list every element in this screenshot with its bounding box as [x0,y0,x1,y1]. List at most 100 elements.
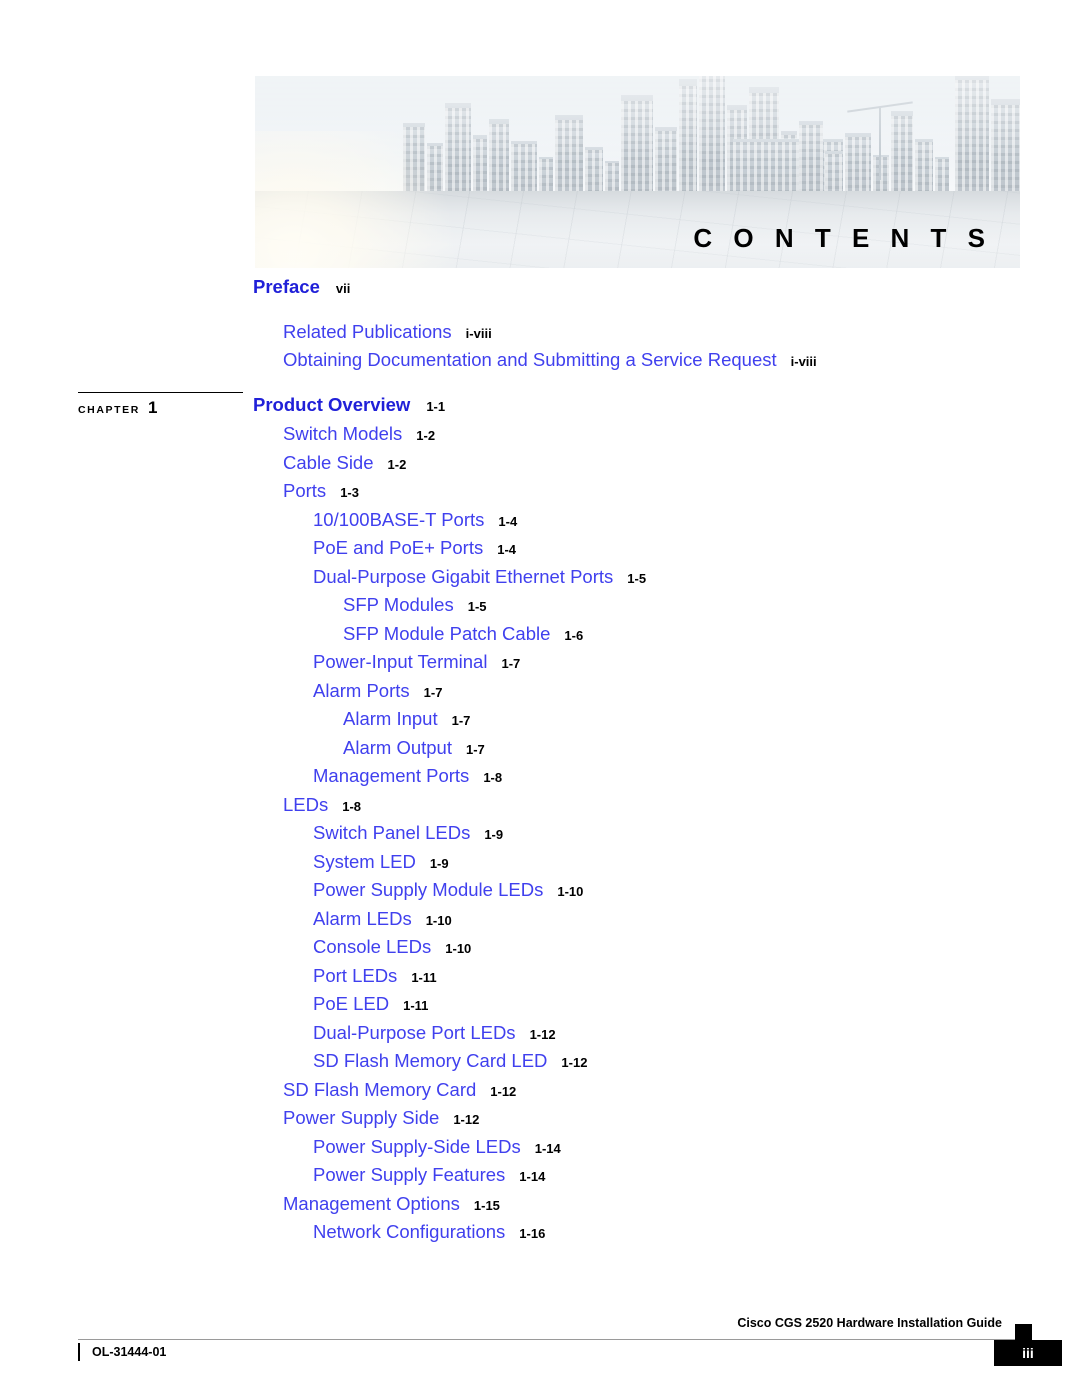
toc-entry[interactable]: 10/100BASE-T Ports 1-4 [0,508,1080,530]
toc-entry-page: 1-4 [497,542,517,557]
toc-entry[interactable]: Obtaining Documentation and Submitting a… [0,349,1080,370]
toc-entry-label: PoE and PoE+ Ports [313,537,484,558]
toc-entry-label: Product Overview [253,393,411,415]
toc-entry-label: LEDs [283,793,329,815]
toc-entry[interactable]: SFP Modules 1-5 [0,594,1080,615]
toc-entry[interactable]: Port LEDs 1-11 [0,966,1080,986]
toc-entry-label: Alarm Output [343,736,452,758]
toc-entry[interactable]: SD Flash Memory Card LED 1-12 [0,1050,1080,1071]
footer-guide-title: Cisco CGS 2520 Hardware Installation Gui… [737,1316,1002,1330]
toc-entry[interactable]: Preface vii [0,277,1080,297]
building [955,76,989,192]
toc-entry[interactable]: PoE and PoE+ Ports 1-4 [0,537,1080,558]
building [605,161,619,192]
toc-entry[interactable]: Power Supply Module LEDs 1-10 [0,880,1080,900]
building [655,127,677,192]
toc-entry-label: Cable Side [283,451,374,473]
toc-entry-page: 1-4 [498,513,518,529]
building [473,135,487,192]
toc-entry-page: 1-9 [429,855,449,871]
toc-entry-page: 1-15 [473,1197,500,1213]
toc-entry-label: Related Publications [283,320,452,342]
toc-entry[interactable]: Dual-Purpose Port LEDs 1-12 [0,1021,1080,1043]
toc-entry-label: Alarm Ports [313,679,410,701]
page-number-badge: iii [994,1340,1062,1366]
toc-entry[interactable]: LEDs 1-8 [0,793,1080,815]
toc-entry[interactable]: Power Supply-Side LEDs 1-14 [0,1135,1080,1157]
building [585,147,603,192]
toc-entry[interactable]: Management Options 1-15 [0,1192,1080,1214]
toc-entry[interactable]: Alarm Ports 1-7 [0,679,1080,701]
toc-entry[interactable]: Switch Panel LEDs 1-9 [0,822,1080,843]
footer-divider [78,1339,1020,1340]
toc-entry[interactable]: Switch Models 1-2 [0,423,1080,444]
building [991,99,1020,192]
building [845,133,871,192]
toc-entry[interactable]: Management Ports 1-8 [0,765,1080,786]
toc-entry-page: 1-12 [490,1083,517,1099]
table-of-contents: Preface vii Related Publications i-viii Obta… [0,277,1080,1252]
toc-entry-label: Management Options [283,1192,460,1214]
toc-entry[interactable]: Power Supply Side 1-12 [0,1107,1080,1128]
toc-entry[interactable]: PoE LED 1-11 [0,994,1080,1014]
toc-entry-page: 1-3 [340,485,359,500]
building [935,157,949,192]
toc-entry-label: SD Flash Memory Card LED [313,1050,548,1071]
contents-banner-image: C O N T E N T S [255,76,1020,268]
toc-entry-label: SFP Module Patch Cable [343,622,551,644]
toc-entry[interactable]: Network Configurations 1-16 [0,1222,1080,1242]
toc-entry-label: Power Supply Features [313,1164,506,1185]
toc-entry-label: Obtaining Documentation and Submitting a… [283,349,777,370]
building [915,139,933,192]
toc-entry-label: Dual-Purpose Port LEDs [313,1021,516,1043]
toc-entry-page: 1-12 [453,1112,480,1127]
toc-entry[interactable]: Power-Input Terminal 1-7 [0,651,1080,672]
toc-entry-page: 1-2 [387,456,407,472]
toc-entry-page: i-viii [790,354,817,369]
toc-entry[interactable]: Alarm LEDs 1-10 [0,909,1080,929]
toc-entry-label: Management Ports [313,765,470,786]
toc-entry-label: SD Flash Memory Card [283,1078,477,1100]
toc-entry-page: vii [335,281,351,296]
toc-entry-label: Power Supply-Side LEDs [313,1135,521,1157]
toc-entry-page: 1-10 [425,912,452,928]
toc-entry[interactable]: Related Publications i-viii [0,320,1080,342]
toc-entry[interactable]: Alarm Output 1-7 [0,736,1080,758]
toc-entry[interactable]: Product Overview 1-1 [0,393,1080,415]
building [555,115,583,192]
toc-entry-page: 1-5 [627,570,647,586]
toc-entry[interactable]: SD Flash Memory Card 1-12 [0,1078,1080,1100]
building [539,157,553,192]
toc-entry-page: 1-14 [519,1169,546,1184]
document-id: OL-31444-01 [92,1345,167,1359]
toc-entry-page: 1-14 [534,1140,561,1156]
toc-entry-page: 1-7 [501,656,521,671]
footer-marker-square [1015,1324,1032,1341]
toc-entry[interactable]: System LED 1-9 [0,852,1080,872]
page-title: C O N T E N T S [693,223,992,253]
toc-entry-label: Switch Models [283,423,403,444]
toc-entry-page: 1-1 [426,398,446,414]
toc-entry[interactable]: Dual-Purpose Gigabit Ethernet Ports 1-5 [0,567,1080,587]
toc-entry-label: SFP Modules [343,594,454,615]
toc-entry-page: 1-2 [416,428,436,443]
toc-entry-label: Ports [283,480,327,501]
toc-entry-label: Power-Input Terminal [313,651,488,672]
toc-entry[interactable]: Ports 1-3 [0,480,1080,501]
toc-entry[interactable]: Power Supply Features 1-14 [0,1164,1080,1185]
building [825,151,843,192]
toc-entry[interactable]: Cable Side 1-2 [0,451,1080,473]
toc-entry-label: Power Supply Side [283,1107,440,1128]
toc-entry-page: 1-11 [403,998,429,1013]
toc-entry[interactable]: Console LEDs 1-10 [0,936,1080,957]
building [873,155,889,192]
toc-entry-label: 10/100BASE-T Ports [313,508,485,530]
toc-entry-label: Switch Panel LEDs [313,822,471,843]
toc-entry-label: Console LEDs [313,936,432,957]
toc-entry-label: Alarm Input [343,708,438,729]
toc-entry-page: 1-12 [529,1026,556,1042]
toc-entry[interactable]: Alarm Input 1-7 [0,708,1080,729]
toc-entry-page: 1-10 [557,884,584,899]
toc-entry-page: 1-7 [423,684,443,700]
toc-entry[interactable]: SFP Module Patch Cable 1-6 [0,622,1080,644]
